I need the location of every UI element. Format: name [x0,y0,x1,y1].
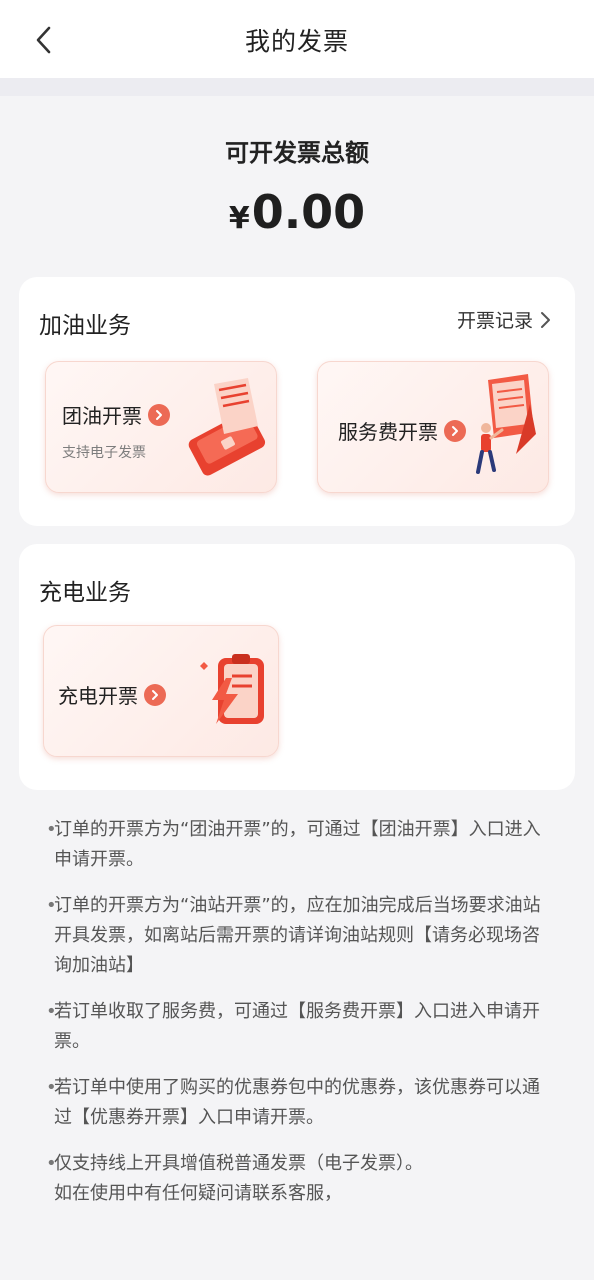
charging-invoice-label: 充电开票 [58,684,138,708]
invoice-notes: • 订单的开票方为“团油开票”的，可通过【团油开票】入口进入申请开票。 • 订单的开… [46,815,546,1225]
charging-invoice-label-row: 充电开票 [58,680,166,709]
invoice-total-label: 可开发票总额 [225,139,369,167]
arrow-circle-icon [144,683,166,706]
service-fee-invoice-label: 服务费开票 [338,420,438,444]
invoice-records-link[interactable]: 开票记录 [457,306,551,333]
divider [0,78,594,96]
service-fee-invoice-tile[interactable]: 服务费开票 [317,361,549,493]
page-title: 我的发票 [244,27,349,56]
invoice-total-amount: ¥0.00 [0,184,594,247]
tuanyou-invoice-tile[interactable]: 团油开票 支持电子发票 [45,361,277,493]
charging-invoice-tile[interactable]: 充电开票 [43,625,279,757]
service-fee-invoice-label-row: 服务费开票 [338,416,466,445]
currency-symbol: ¥ [228,201,250,236]
amount-value: 0.00 [251,185,366,239]
charging-section-title: 充电业务 [39,580,131,606]
charging-business-card: 充电业务 充电开票 [19,544,575,790]
tuanyou-invoice-label-row: 团油开票 [62,400,170,429]
fuel-section-title: 加油业务 [39,313,131,339]
note-item: • 若订单收取了服务费，可通过【服务费开票】入口进入申请开票。 [46,1001,540,1052]
note-item: • 若订单中使用了购买的优惠券包中的优惠券，该优惠券可以通过【优惠券开票】入口申请… [46,1077,540,1128]
invoice-records-label: 开票记录 [456,310,533,332]
note-item: • 订单的开票方为“团油开票”的，可通过【团油开票】入口进入申请开票。 [46,819,541,870]
note-contact-line: 如在使用中有任何疑问请联系客服， [54,1183,342,1204]
chevron-right-icon [541,311,550,328]
receipt-icon [188,378,266,476]
tuanyou-invoice-sub: 支持电子发票 [62,445,146,461]
note-item: • 订单的开票方为“油站开票”的，应在加油完成后当场要求油站开具发票，如离站后需开… [46,895,541,976]
fuel-business-card: 加油业务 开票记录 团油开票 支持电子发票 服务费开票 [19,277,575,526]
tuanyou-invoice-label: 团油开票 [62,404,142,428]
person-with-document-icon [476,374,536,474]
top-bar: 我的发票 [0,0,594,78]
lightning-clipboard-icon [200,654,264,724]
arrow-circle-icon [444,419,466,442]
arrow-circle-icon [148,403,170,426]
note-item: • 仅支持线上开具增值税普通发票（电子发票）。 [46,1153,423,1174]
